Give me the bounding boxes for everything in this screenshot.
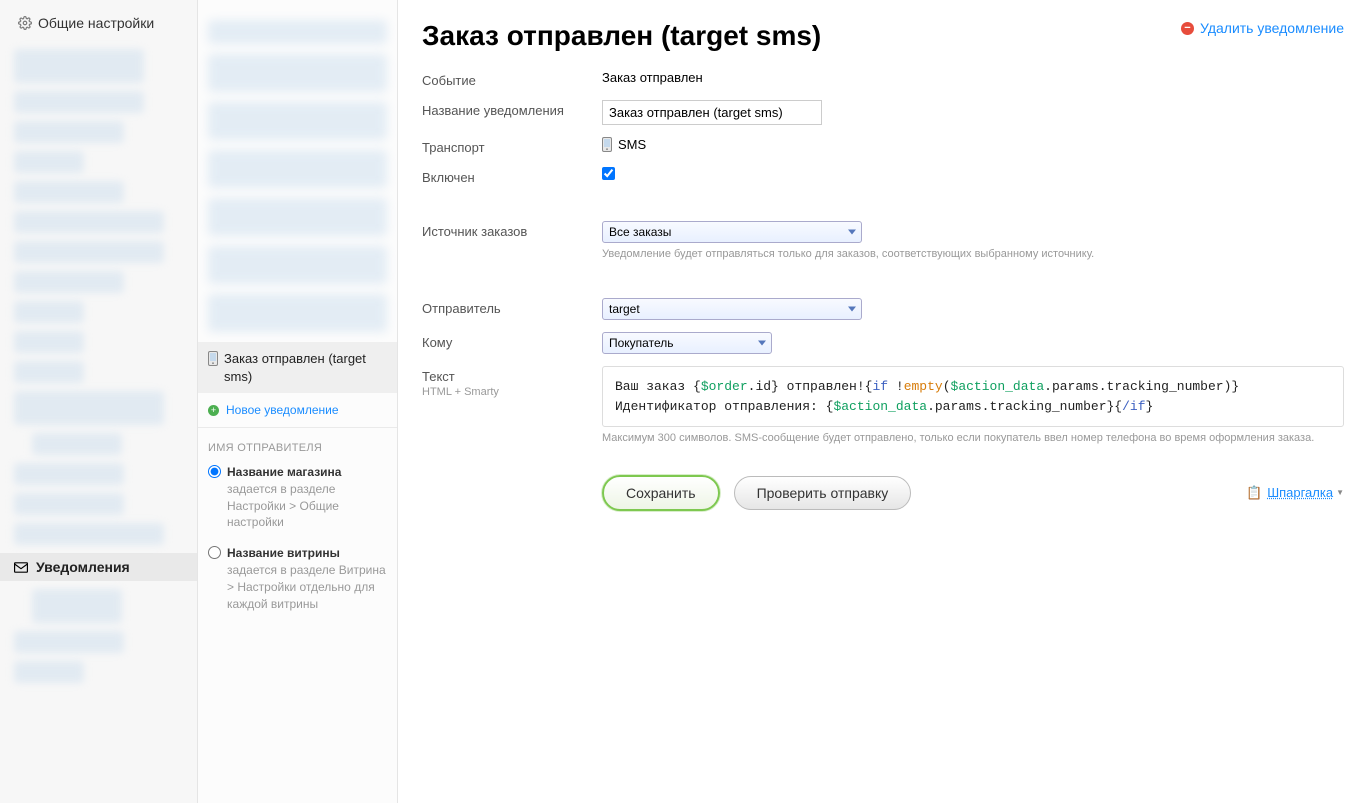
list-item-active[interactable]: Заказ отправлен (target sms) xyxy=(198,342,397,393)
phone-icon xyxy=(208,351,218,366)
sidebar-item-blur[interactable] xyxy=(14,91,144,113)
phone-icon xyxy=(602,137,612,152)
sidebar-item-blur[interactable] xyxy=(14,523,164,545)
add-notification-label: Новое уведомление xyxy=(226,403,339,417)
book-icon: 📋 xyxy=(1246,485,1262,501)
list-item-blur[interactable] xyxy=(208,20,387,44)
label-enabled: Включен xyxy=(422,167,602,185)
source-select[interactable]: Все заказы xyxy=(602,221,862,243)
sidebar-item-blur[interactable] xyxy=(32,589,122,623)
radio-storefront-text: Название витрины задается в разделе Витр… xyxy=(227,545,387,612)
row-sender: Отправитель target xyxy=(422,298,1344,320)
enabled-checkbox[interactable] xyxy=(602,167,615,180)
sender-name-radio-shop[interactable]: Название магазина задается в разделе Нас… xyxy=(198,460,397,541)
sidebar-header: Общие настройки xyxy=(0,10,197,41)
list-item-blur[interactable] xyxy=(208,294,387,332)
chevron-down-icon: ▼ xyxy=(1336,488,1344,497)
radio-storefront-input[interactable] xyxy=(208,546,221,559)
label-text: Текст HTML + Smarty xyxy=(422,366,602,398)
plus-icon: + xyxy=(208,405,219,416)
sidebar-item-blur[interactable] xyxy=(14,331,84,353)
row-enabled: Включен xyxy=(422,167,1344,185)
row-recipient: Кому Покупатель xyxy=(422,332,1344,354)
mail-icon xyxy=(14,562,28,573)
label-sender: Отправитель xyxy=(422,298,602,316)
sidebar-item-blur[interactable] xyxy=(14,49,144,83)
sidebar-item-blur[interactable] xyxy=(14,391,164,425)
text-hint: Максимум 300 символов. SMS-сообщение буд… xyxy=(602,431,1344,446)
nav-notifications-label: Уведомления xyxy=(36,559,130,575)
sidebar-item-blur[interactable] xyxy=(14,121,124,143)
list-item-blur[interactable] xyxy=(208,246,387,284)
sidebar-item-blur[interactable] xyxy=(14,631,124,653)
sender-name-section-title: ИМЯ ОТПРАВИТЕЛЯ xyxy=(198,428,397,460)
list-item-blur[interactable] xyxy=(208,198,387,236)
sidebar-item-blur[interactable] xyxy=(14,241,164,263)
name-input[interactable] xyxy=(602,100,822,125)
label-name: Название уведомления xyxy=(422,100,602,118)
sidebar-item-blur[interactable] xyxy=(14,493,124,515)
delete-link-label: Удалить уведомление xyxy=(1200,20,1344,36)
label-event: Событие xyxy=(422,70,602,88)
label-recipient: Кому xyxy=(422,332,602,350)
sidebar-item-blur[interactable] xyxy=(14,271,124,293)
recipient-select[interactable]: Покупатель xyxy=(602,332,772,354)
left-sidebar: Общие настройки Уведомления xyxy=(0,0,198,803)
sidebar-header-label: Общие настройки xyxy=(38,15,154,31)
label-source: Источник заказов xyxy=(422,221,602,239)
add-notification[interactable]: + Новое уведомление xyxy=(198,393,397,428)
source-hint: Уведомление будет отправляться только дл… xyxy=(602,247,1344,262)
minus-icon: − xyxy=(1181,22,1194,35)
sender-select[interactable]: target xyxy=(602,298,862,320)
sidebar-item-blur[interactable] xyxy=(14,361,84,383)
notification-list: Заказ отправлен (target sms) + Новое уве… xyxy=(198,0,398,803)
row-text: Текст HTML + Smarty Ваш заказ {$order.id… xyxy=(422,366,1344,446)
label-transport: Транспорт xyxy=(422,137,602,155)
cheatsheet-label: Шпаргалка xyxy=(1267,485,1333,500)
row-event: Событие Заказ отправлен xyxy=(422,70,1344,88)
gear-icon xyxy=(18,16,32,30)
sidebar-item-blur[interactable] xyxy=(14,181,124,203)
sidebar-item-blur[interactable] xyxy=(32,433,122,455)
sms-text-editor[interactable]: Ваш заказ {$order.id} отправлен!{if !emp… xyxy=(602,366,1344,427)
row-source: Источник заказов Все заказы Уведомление … xyxy=(422,221,1344,262)
value-transport: SMS xyxy=(602,137,1344,152)
delete-notification-link[interactable]: − Удалить уведомление xyxy=(1181,20,1344,36)
save-button[interactable]: Сохранить xyxy=(602,475,720,511)
sidebar-item-blur[interactable] xyxy=(14,661,84,683)
radio-shop-text: Название магазина задается в разделе Нас… xyxy=(227,464,387,531)
page-title: Заказ отправлен (target sms) xyxy=(422,20,821,52)
test-send-button[interactable]: Проверить отправку xyxy=(734,476,912,510)
list-item-blur[interactable] xyxy=(208,150,387,188)
button-row: Сохранить Проверить отправку 📋 Шпаргалка… xyxy=(602,475,1344,511)
sidebar-item-blur[interactable] xyxy=(14,211,164,233)
list-item-label: Заказ отправлен (target sms) xyxy=(224,350,387,385)
sidebar-item-blur[interactable] xyxy=(14,301,84,323)
cheatsheet-link[interactable]: 📋 Шпаргалка ▼ xyxy=(1246,485,1344,501)
sidebar-item-blur[interactable] xyxy=(14,463,124,485)
main-content: Заказ отправлен (target sms) − Удалить у… xyxy=(398,0,1368,803)
row-transport: Транспорт SMS xyxy=(422,137,1344,155)
list-item-blur[interactable] xyxy=(208,54,387,92)
sidebar-item-blur[interactable] xyxy=(14,151,84,173)
radio-shop-input[interactable] xyxy=(208,465,221,478)
value-event: Заказ отправлен xyxy=(602,70,1344,85)
page-header: Заказ отправлен (target sms) − Удалить у… xyxy=(422,20,1344,52)
transport-text: SMS xyxy=(618,137,646,152)
list-item-blur[interactable] xyxy=(208,102,387,140)
sender-name-radio-storefront[interactable]: Название витрины задается в разделе Витр… xyxy=(198,541,397,622)
row-name: Название уведомления xyxy=(422,100,1344,125)
nav-notifications[interactable]: Уведомления xyxy=(0,553,197,581)
